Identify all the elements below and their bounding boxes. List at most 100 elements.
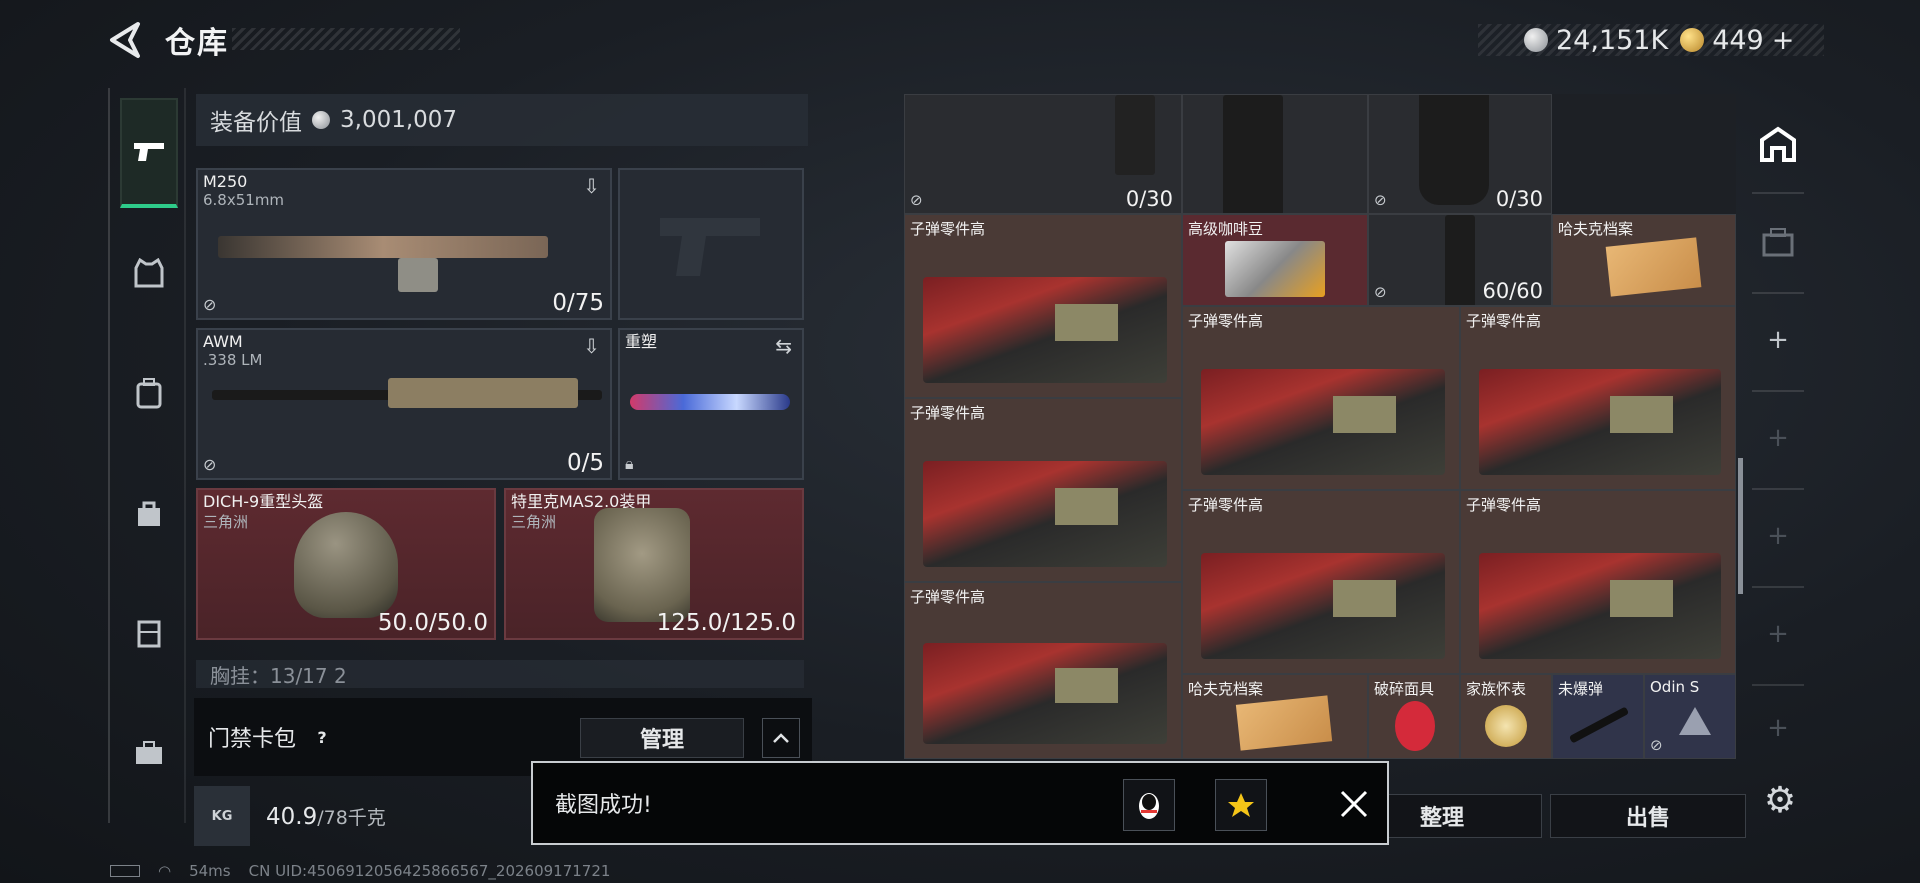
collapse-button[interactable] bbox=[762, 718, 800, 758]
item-name: 子弹零件高 bbox=[1188, 312, 1264, 330]
no-attachment-icon: ⊘ bbox=[910, 191, 923, 209]
ammo-crate-image bbox=[923, 642, 1167, 744]
item-name: 子弹零件高 bbox=[910, 404, 986, 422]
no-attachment-icon: ⊘ bbox=[1650, 736, 1663, 754]
back-button[interactable] bbox=[108, 20, 144, 60]
category-weapons[interactable] bbox=[120, 98, 178, 208]
no-attachment-icon: ⊘ bbox=[203, 455, 217, 474]
container-tabs: + + + + + bbox=[1752, 108, 1804, 748]
stash-item-ammo-parts[interactable]: 子弹零件高 bbox=[1460, 490, 1736, 674]
gold-topup-icon[interactable]: + bbox=[1772, 25, 1795, 56]
plus-icon: + bbox=[1767, 325, 1789, 355]
stash-item-ammo-parts[interactable]: 子弹零件高 bbox=[904, 398, 1182, 582]
add-tab-button-disabled[interactable]: + bbox=[1752, 412, 1804, 464]
weight-current: 40.9 bbox=[266, 803, 318, 830]
tab-stash[interactable] bbox=[1752, 118, 1804, 170]
tab-divider bbox=[1752, 390, 1804, 392]
stash-item-ammo-parts[interactable]: 子弹零件高 bbox=[1182, 490, 1460, 674]
plus-icon: + bbox=[1767, 423, 1789, 453]
stash-item-rifle[interactable]: ⊘ 0/30 bbox=[904, 94, 1182, 214]
category-armor[interactable] bbox=[120, 218, 178, 328]
item-name: 哈夫克档案 bbox=[1558, 220, 1634, 238]
gold-amount: 449 bbox=[1712, 24, 1764, 56]
title-decoration bbox=[232, 28, 460, 50]
melee-slot[interactable]: 重塑 ⇆ 🔒︎ bbox=[618, 328, 804, 480]
category-bag[interactable] bbox=[120, 458, 178, 568]
share-qzone-button[interactable] bbox=[1215, 779, 1267, 831]
swap-icon[interactable]: ⇆ bbox=[775, 334, 792, 358]
stash-item-ammo-parts[interactable]: 子弹零件高 bbox=[904, 582, 1182, 759]
stash-item-ammo-parts[interactable]: 子弹零件高 bbox=[1182, 306, 1460, 490]
add-tab-button-disabled[interactable]: + bbox=[1752, 608, 1804, 660]
lock-icon: 🔒︎ bbox=[625, 454, 634, 473]
download-icon[interactable]: ⇩ bbox=[583, 334, 600, 358]
add-tab-button-disabled[interactable]: + bbox=[1752, 510, 1804, 562]
silver-amount: 24,151K bbox=[1556, 24, 1669, 56]
stash-item-hafuk-file[interactable]: 哈夫克档案 bbox=[1552, 214, 1736, 306]
toast-message: 截图成功! bbox=[555, 793, 652, 818]
share-qq-button[interactable] bbox=[1123, 779, 1175, 831]
add-tab-button[interactable]: + bbox=[1752, 314, 1804, 366]
silver-currency[interactable]: 24,151K bbox=[1524, 25, 1668, 56]
ammo-crate-image bbox=[1201, 369, 1445, 475]
stash-item-hafuk-file[interactable]: 哈夫克档案 bbox=[1182, 674, 1368, 759]
download-icon[interactable]: ⇩ bbox=[583, 174, 600, 198]
armor-faction: 三角洲 bbox=[511, 513, 557, 531]
armor-durability: 125.0/125.0 bbox=[656, 610, 796, 636]
weight-text: 40.9/78千克 bbox=[250, 803, 386, 830]
stash-item-gun-body[interactable]: ⊘ 60/60 bbox=[1368, 214, 1552, 306]
manage-button[interactable]: 管理 bbox=[580, 718, 744, 758]
armor-slot[interactable]: 特里克MAS2.0装甲 三角洲 125.0/125.0 bbox=[504, 488, 804, 640]
settings-button[interactable]: ⚙ bbox=[1758, 778, 1802, 822]
weight-icon: KG bbox=[194, 786, 250, 846]
help-icon[interactable]: ? bbox=[308, 723, 336, 751]
category-backpack[interactable] bbox=[120, 338, 178, 448]
stash-item-odin[interactable]: Odin S ⊘ bbox=[1644, 674, 1736, 759]
stash-item-ammo-parts[interactable]: 子弹零件高 bbox=[904, 214, 1182, 398]
file-folder-image bbox=[1236, 695, 1333, 751]
crate-icon bbox=[1762, 228, 1794, 257]
stash-scrollbar[interactable] bbox=[1738, 458, 1743, 594]
stash-item-family-watch[interactable]: 家族怀表 bbox=[1460, 674, 1552, 759]
secondary-weapon-slot[interactable]: AWM .338 LM ⇩ ⊘ 0/5 bbox=[196, 328, 612, 480]
weapon-name: M250 bbox=[203, 172, 248, 191]
item-name: 子弹零件高 bbox=[1188, 496, 1264, 514]
stash-item-coffee[interactable]: 高级咖啡豆 bbox=[1182, 214, 1368, 306]
stash-item-broken-mask[interactable]: 破碎面具 bbox=[1368, 674, 1460, 759]
helmet-slot[interactable]: DICH-9重型头盔 三角洲 50.0/50.0 bbox=[196, 488, 496, 640]
pistol-placeholder-icon bbox=[660, 218, 760, 276]
back-arrow-icon bbox=[110, 22, 140, 58]
briefcase-icon bbox=[136, 741, 162, 764]
gold-currency[interactable]: 449 + bbox=[1680, 25, 1794, 56]
chest-rig-row[interactable]: 胸挂：13/17 2 bbox=[196, 660, 804, 688]
close-toast-button[interactable] bbox=[1331, 781, 1377, 827]
no-attachment-icon: ⊘ bbox=[1374, 283, 1387, 301]
stash-item-ammo-parts[interactable]: 子弹零件高 bbox=[1460, 306, 1736, 490]
weapon-ammo-count: 0/5 bbox=[566, 450, 604, 476]
ping-value: 54ms bbox=[189, 862, 231, 880]
ammo-crate-image bbox=[1201, 553, 1445, 659]
weapon-caliber: .338 LM bbox=[203, 351, 263, 369]
stash-item-gun-top[interactable] bbox=[1182, 94, 1368, 214]
equipment-value: 3,001,007 bbox=[340, 107, 458, 133]
item-count: 0/30 bbox=[1125, 187, 1173, 211]
weight-max: /78千克 bbox=[317, 806, 386, 829]
sell-button[interactable]: 出售 bbox=[1550, 794, 1746, 838]
gold-coin-icon bbox=[1680, 28, 1705, 52]
plus-icon: + bbox=[1767, 619, 1789, 649]
tab-container[interactable] bbox=[1752, 216, 1804, 268]
ammo-crate-image bbox=[923, 461, 1167, 567]
tab-divider bbox=[1752, 586, 1804, 588]
primary-weapon-slot[interactable]: M250 6.8x51mm ⇩ ⊘ 0/75 bbox=[196, 168, 612, 320]
item-name: 家族怀表 bbox=[1466, 680, 1527, 698]
add-tab-button-disabled[interactable]: + bbox=[1752, 702, 1804, 754]
armor-image bbox=[594, 508, 690, 622]
sidearm-slot[interactable] bbox=[618, 168, 804, 320]
stash-item-unexploded[interactable]: 未爆弹 bbox=[1552, 674, 1644, 759]
rig-icon bbox=[137, 620, 161, 648]
category-case[interactable] bbox=[120, 698, 178, 808]
item-name: 子弹零件高 bbox=[1466, 312, 1542, 330]
stash-item-stock[interactable]: ⊘ 0/30 bbox=[1368, 94, 1552, 214]
silver-coin-icon bbox=[1524, 28, 1548, 52]
category-rig[interactable] bbox=[120, 578, 178, 688]
